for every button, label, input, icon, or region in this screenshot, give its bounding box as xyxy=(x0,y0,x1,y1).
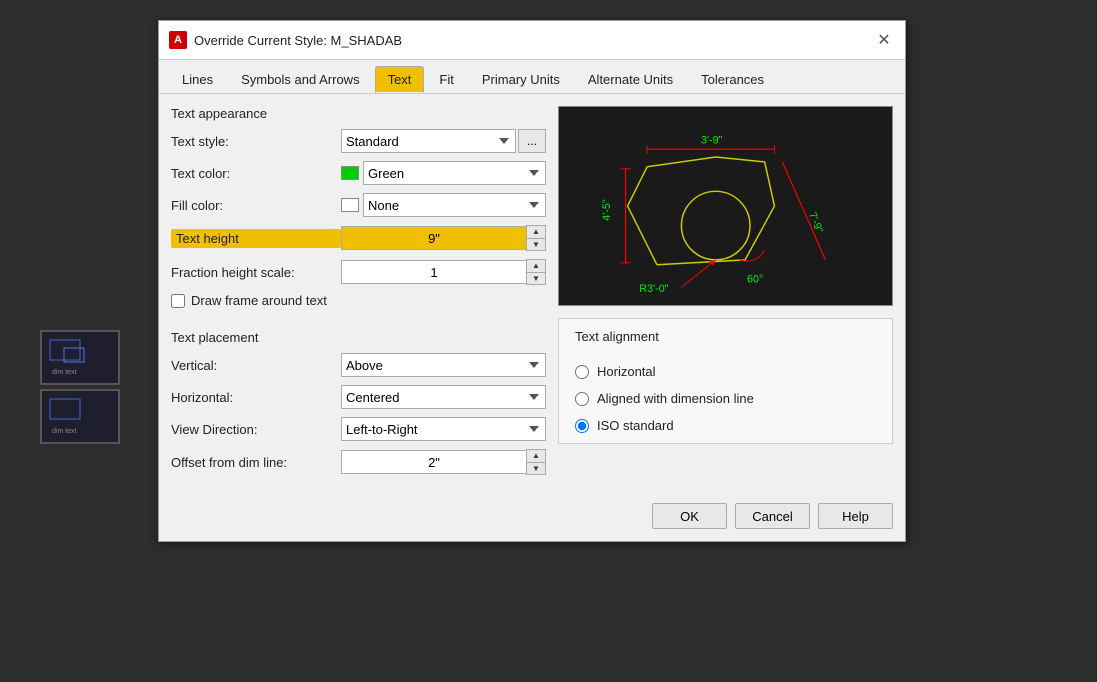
aligned-radio-row: Aligned with dimension line xyxy=(575,391,876,406)
alignment-title: Text alignment xyxy=(575,329,876,344)
vertical-label: Vertical: xyxy=(171,358,341,373)
fraction-height-spinner-btns: ▲ ▼ xyxy=(526,259,546,285)
draw-frame-row: Draw frame around text xyxy=(171,293,546,308)
preview-svg: 4'-5" 3'-9" 7'-9" 60° R3'-0" xyxy=(559,107,892,305)
text-height-up-btn[interactable]: ▲ xyxy=(527,226,545,238)
tab-bar: Lines Symbols and Arrows Text Fit Primar… xyxy=(159,60,905,94)
text-height-down-btn[interactable]: ▼ xyxy=(527,238,545,250)
horizontal-radio-label: Horizontal xyxy=(597,364,656,379)
svg-text:R3'-0": R3'-0" xyxy=(639,283,668,295)
tab-fit[interactable]: Fit xyxy=(426,66,466,93)
text-height-input[interactable]: 9" xyxy=(341,226,526,250)
text-color-select[interactable]: Green xyxy=(363,161,546,185)
svg-text:3'-9": 3'-9" xyxy=(701,134,723,146)
title-bar: A Override Current Style: M_SHADAB ✕ xyxy=(159,21,905,60)
placement-section: Text placement Vertical: AboveCenteredBe… xyxy=(171,330,546,483)
fraction-height-input[interactable]: 1 xyxy=(341,260,526,284)
offset-input[interactable]: 2" xyxy=(341,450,526,474)
horizontal-label: Horizontal: xyxy=(171,390,341,405)
thumb-1: dim text xyxy=(40,330,120,385)
offset-label: Offset from dim line: xyxy=(171,455,341,470)
horizontal-select[interactable]: CenteredLeftRight xyxy=(341,385,546,409)
fraction-height-label: Fraction height scale: xyxy=(171,265,341,280)
tab-lines[interactable]: Lines xyxy=(169,66,226,93)
left-panel: Text appearance Text style: Standard ...… xyxy=(171,106,546,483)
help-button[interactable]: Help xyxy=(818,503,893,529)
app-icon-letter: A xyxy=(174,34,182,46)
tab-primary[interactable]: Primary Units xyxy=(469,66,573,93)
fill-color-label: Fill color: xyxy=(171,198,341,213)
text-height-spinner-wrapper: 9" ▲ ▼ xyxy=(341,225,546,251)
text-color-row: Text color: Green xyxy=(171,161,546,185)
aligned-radio[interactable] xyxy=(575,392,589,406)
vertical-select[interactable]: AboveCenteredBelow xyxy=(341,353,546,377)
draw-frame-label: Draw frame around text xyxy=(191,293,327,308)
fraction-height-down-btn[interactable]: ▼ xyxy=(527,272,545,284)
text-color-label: Text color: xyxy=(171,166,341,181)
offset-row: Offset from dim line: 2" ▲ ▼ xyxy=(171,449,546,475)
text-height-label: Text height xyxy=(171,229,341,248)
view-direction-label: View Direction: xyxy=(171,422,341,437)
fill-color-row: Fill color: None xyxy=(171,193,546,217)
fraction-height-spinner-wrapper: 1 ▲ ▼ xyxy=(341,259,546,285)
appearance-title: Text appearance xyxy=(171,106,546,121)
text-style-browse-btn[interactable]: ... xyxy=(518,129,546,153)
app-icon: A xyxy=(169,31,187,49)
svg-text:dim text: dim text xyxy=(52,428,77,435)
close-button[interactable]: ✕ xyxy=(873,29,895,51)
side-thumbnails: dim text dim text xyxy=(40,330,120,448)
ok-button[interactable]: OK xyxy=(652,503,727,529)
preview-box: 4'-5" 3'-9" 7'-9" 60° R3'-0" xyxy=(558,106,893,306)
svg-text:dim text: dim text xyxy=(52,369,77,376)
offset-spinner-wrapper: 2" ▲ ▼ xyxy=(341,449,546,475)
title-bar-left: A Override Current Style: M_SHADAB xyxy=(169,31,402,49)
draw-frame-checkbox[interactable] xyxy=(171,294,185,308)
vertical-row: Vertical: AboveCenteredBelow xyxy=(171,353,546,377)
tab-alternate[interactable]: Alternate Units xyxy=(575,66,686,93)
dialog-title: Override Current Style: M_SHADAB xyxy=(194,33,402,48)
iso-radio-label: ISO standard xyxy=(597,418,674,433)
offset-spinner-btns: ▲ ▼ xyxy=(526,449,546,475)
fraction-height-up-btn[interactable]: ▲ xyxy=(527,260,545,272)
horizontal-radio-row: Horizontal xyxy=(575,364,876,379)
dialog: A Override Current Style: M_SHADAB ✕ Lin… xyxy=(158,20,906,542)
iso-radio-row: ISO standard xyxy=(575,418,876,433)
placement-title: Text placement xyxy=(171,330,546,345)
view-direction-row: View Direction: Left-to-RightRight-to-Le… xyxy=(171,417,546,441)
text-style-row: Text style: Standard ... xyxy=(171,129,546,153)
aligned-radio-label: Aligned with dimension line xyxy=(597,391,754,406)
cancel-button[interactable]: Cancel xyxy=(735,503,810,529)
text-height-row: Text height 9" ▲ ▼ xyxy=(171,225,546,251)
tab-text[interactable]: Text xyxy=(375,66,425,93)
text-height-spinner-btns: ▲ ▼ xyxy=(526,225,546,251)
tab-tolerances[interactable]: Tolerances xyxy=(688,66,777,93)
offset-down-btn[interactable]: ▼ xyxy=(527,462,545,474)
thumb-svg-2: dim text xyxy=(42,391,120,444)
appearance-section: Text appearance Text style: Standard ...… xyxy=(171,106,546,316)
dialog-body: Text appearance Text style: Standard ...… xyxy=(159,94,905,495)
fraction-height-row: Fraction height scale: 1 ▲ ▼ xyxy=(171,259,546,285)
text-color-swatch xyxy=(341,166,359,180)
horizontal-radio[interactable] xyxy=(575,365,589,379)
tab-symbols[interactable]: Symbols and Arrows xyxy=(228,66,373,93)
fill-color-select[interactable]: None xyxy=(363,193,546,217)
thumb-svg-1: dim text xyxy=(42,332,120,385)
svg-text:4'-5": 4'-5" xyxy=(601,199,613,221)
text-style-select[interactable]: Standard xyxy=(341,129,516,153)
iso-radio[interactable] xyxy=(575,419,589,433)
horizontal-row: Horizontal: CenteredLeftRight xyxy=(171,385,546,409)
thumb-2: dim text xyxy=(40,389,120,444)
fill-color-swatch xyxy=(341,198,359,212)
view-direction-select[interactable]: Left-to-RightRight-to-Left xyxy=(341,417,546,441)
offset-up-btn[interactable]: ▲ xyxy=(527,450,545,462)
dialog-footer: OK Cancel Help xyxy=(159,495,905,541)
right-panel: 4'-5" 3'-9" 7'-9" 60° R3'-0" xyxy=(558,106,893,483)
text-style-input-group: Standard ... xyxy=(341,129,546,153)
svg-text:60°: 60° xyxy=(747,273,763,285)
alignment-box: Text alignment Horizontal Aligned with d… xyxy=(558,318,893,444)
text-style-label: Text style: xyxy=(171,134,341,149)
